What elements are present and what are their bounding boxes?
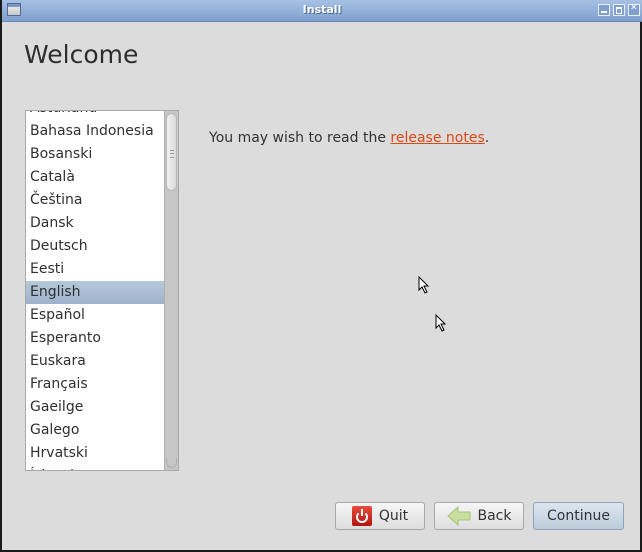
language-list[interactable]: AsturianuBahasa IndonesiaBosanskiCatalàČ…	[25, 110, 179, 471]
page-title: Welcome	[24, 40, 139, 69]
language-option[interactable]: Čeština	[26, 189, 166, 212]
back-arrow-icon	[446, 506, 471, 526]
language-option[interactable]: English	[26, 281, 166, 304]
release-notes-link[interactable]: release notes	[390, 130, 484, 146]
language-option[interactable]: Bosanski	[26, 143, 166, 166]
continue-button[interactable]: Continue	[533, 502, 624, 530]
message-prefix: You may wish to read the	[209, 130, 391, 146]
language-option[interactable]: Asturianu	[26, 111, 166, 120]
release-notes-message: You may wish to read the release notes.	[209, 130, 489, 146]
language-list-scrollbar[interactable]	[164, 111, 178, 470]
back-label: Back	[477, 508, 512, 524]
language-option[interactable]: Bahasa Indonesia	[26, 120, 166, 143]
grip-icon	[170, 150, 174, 158]
window-title: Install	[302, 3, 342, 16]
mouse-cursor-icon	[418, 276, 430, 294]
language-option[interactable]: Gaeilge	[26, 396, 166, 419]
language-list-items: AsturianuBahasa IndonesiaBosanskiCatalàČ…	[26, 111, 166, 470]
language-option[interactable]: Euskara	[26, 350, 166, 373]
language-option[interactable]: Deutsch	[26, 235, 166, 258]
mouse-cursor-icon	[435, 314, 447, 332]
power-icon	[351, 506, 372, 526]
minimize-button[interactable]	[598, 4, 610, 16]
language-option[interactable]: Esperanto	[26, 327, 166, 350]
language-option[interactable]: Hrvatski	[26, 442, 166, 465]
installer-window: Install Welcome AsturianuBahasa Indonesi…	[0, 0, 642, 552]
language-option[interactable]: Français	[26, 373, 166, 396]
language-option[interactable]: Galego	[26, 419, 166, 442]
scrollbar-track-end	[166, 458, 177, 468]
message-suffix: .	[484, 130, 490, 146]
language-option[interactable]: Español	[26, 304, 166, 327]
quit-button[interactable]: Quit	[335, 502, 425, 530]
quit-label: Quit	[378, 508, 409, 524]
title-bar[interactable]: Install	[2, 0, 642, 22]
scrollbar-thumb[interactable]	[166, 113, 177, 191]
maximize-button[interactable]	[613, 4, 625, 16]
language-option[interactable]: Eesti	[26, 258, 166, 281]
close-button[interactable]	[628, 3, 640, 16]
continue-label: Continue	[547, 508, 610, 524]
language-option[interactable]: Dansk	[26, 212, 166, 235]
language-option[interactable]: Català	[26, 166, 166, 189]
language-option[interactable]: Íslenska	[26, 465, 166, 470]
back-button[interactable]: Back	[434, 502, 524, 530]
